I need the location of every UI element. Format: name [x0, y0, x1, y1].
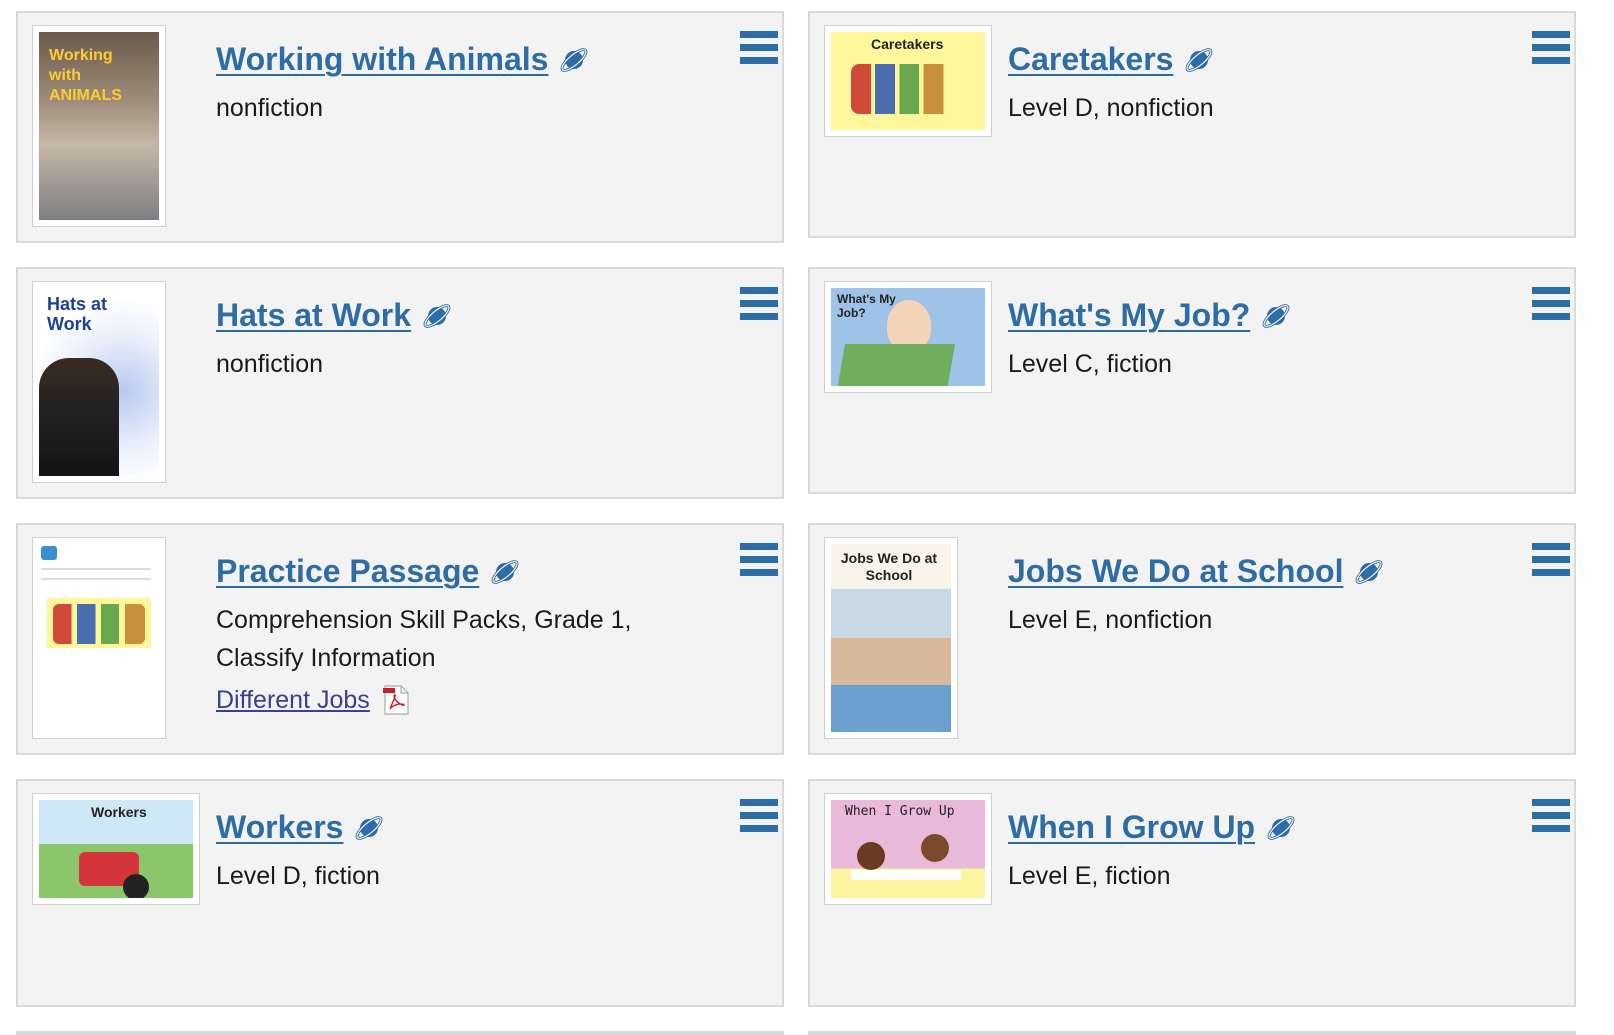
book-cover-thumbnail[interactable]: When I Grow Up: [824, 793, 992, 905]
book-cover-thumbnail[interactable]: What's My Job?: [824, 281, 992, 393]
resource-title-link[interactable]: When I Grow Up: [1008, 809, 1255, 846]
hamburger-menu-icon[interactable]: [1532, 799, 1570, 837]
book-cover-thumbnail[interactable]: Working with ANIMALS: [32, 25, 166, 227]
resource-title-link[interactable]: What's My Job?: [1008, 297, 1250, 334]
resource-title-link[interactable]: Jobs We Do at School: [1008, 553, 1343, 590]
resource-card: Working with ANIMALS Working with Animal…: [16, 11, 784, 243]
resource-description: Level D, nonfiction: [1008, 94, 1214, 122]
description-line: Classify Information: [216, 644, 436, 672]
resource-description: Level E, nonfiction: [1008, 606, 1213, 634]
resource-title-link[interactable]: Workers: [216, 809, 343, 846]
resource-description: Level E, fiction: [1008, 862, 1171, 890]
hamburger-menu-icon[interactable]: [1532, 543, 1570, 581]
planet-icon[interactable]: [1183, 44, 1215, 76]
hamburger-menu-icon[interactable]: [740, 31, 778, 69]
cover-title: Caretakers: [871, 36, 944, 52]
description-line: Comprehension Skill Packs, Grade 1,: [216, 606, 632, 634]
cover-title: Hats at Work: [47, 294, 108, 334]
worksheet-thumbnail[interactable]: [32, 537, 166, 739]
resource-card: Jobs We Do at School Jobs We Do at Schoo…: [808, 523, 1576, 755]
resource-card: [16, 1031, 784, 1035]
resource-title-link[interactable]: Practice Passage: [216, 553, 479, 590]
cover-title: Working with ANIMALS: [49, 47, 122, 104]
resource-card: Caretakers Caretakers Level D, nonfictio…: [808, 11, 1576, 238]
planet-icon[interactable]: [353, 812, 385, 844]
resource-description: Level C, fiction: [1008, 350, 1172, 378]
book-cover-thumbnail[interactable]: Caretakers: [824, 25, 992, 137]
book-cover-thumbnail[interactable]: Jobs We Do at School: [824, 537, 958, 739]
resource-card: [808, 1031, 1576, 1035]
resource-card: Practice Passage Comprehension Skill Pac…: [16, 523, 784, 755]
resource-description: Comprehension Skill Packs, Grade 1, Clas…: [216, 601, 631, 677]
hamburger-menu-icon[interactable]: [1532, 287, 1570, 325]
planet-icon[interactable]: [1265, 812, 1297, 844]
resource-title-link[interactable]: Caretakers: [1008, 41, 1173, 78]
hamburger-menu-icon[interactable]: [740, 543, 778, 581]
hamburger-menu-icon[interactable]: [740, 287, 778, 325]
resource-title-link[interactable]: Working with Animals: [216, 41, 548, 78]
cover-title: Workers: [91, 804, 147, 820]
resource-description: Level D, fiction: [216, 862, 380, 890]
resource-card: Workers Workers Level D, fiction: [16, 779, 784, 1007]
cover-title: Jobs We Do at School: [840, 550, 938, 583]
planet-icon[interactable]: [489, 556, 521, 588]
attachment-link[interactable]: Different Jobs: [216, 686, 370, 715]
hamburger-menu-icon[interactable]: [740, 799, 778, 837]
resource-description: nonfiction: [216, 94, 324, 122]
book-cover-thumbnail[interactable]: Workers: [32, 793, 200, 905]
resource-card: What's My Job? What's My Job? Level C, f…: [808, 267, 1576, 494]
resource-card: Hats at Work Hats at Work nonfiction: [16, 267, 784, 499]
planet-icon[interactable]: [1353, 556, 1385, 588]
planet-icon[interactable]: [1260, 300, 1292, 332]
resource-title-link[interactable]: Hats at Work: [216, 297, 411, 334]
planet-icon[interactable]: [421, 300, 453, 332]
resource-card: When I Grow Up When I Grow Up Level E, f…: [808, 779, 1576, 1007]
pdf-icon[interactable]: [382, 685, 410, 715]
cover-title: When I Grow Up: [845, 804, 955, 819]
book-cover-thumbnail[interactable]: Hats at Work: [32, 281, 166, 483]
hamburger-menu-icon[interactable]: [1532, 31, 1570, 69]
resource-description: nonfiction: [216, 350, 324, 378]
planet-icon[interactable]: [558, 44, 590, 76]
